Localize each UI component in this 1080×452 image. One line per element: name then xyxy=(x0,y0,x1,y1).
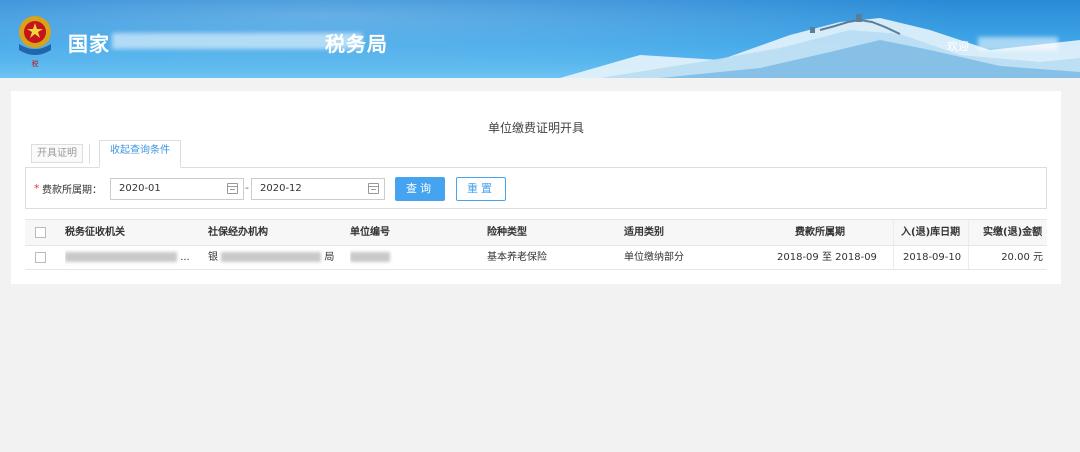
tax-office-redacted xyxy=(65,252,177,262)
unit-no-redacted xyxy=(350,252,390,262)
main-panel: 单位缴费证明开具 开具证明 收起查询条件 * 费款所属期： 2020-01 - … xyxy=(11,91,1061,284)
cell-period: 2018-09 至 2018-09 xyxy=(777,252,877,263)
col-insurance-type: 险种类型 xyxy=(487,227,527,238)
col-unit-no: 单位编号 xyxy=(350,227,390,238)
site-title: 国家 xyxy=(68,28,110,57)
row-checkbox[interactable] xyxy=(35,252,46,263)
username-redacted[interactable] xyxy=(978,37,1058,51)
end-date-value: 2020-12 xyxy=(260,183,302,194)
col-period: 费款所属期 xyxy=(795,227,845,238)
tab-divider xyxy=(89,144,90,164)
svg-text:税: 税 xyxy=(32,59,39,68)
col-storage-date: 入(退)库日期 xyxy=(901,227,961,238)
payment-table: 税务征收机关 社保经办机构 单位编号 险种类型 适用类别 费款所属期 入(退)库… xyxy=(25,219,1047,270)
select-all-checkbox[interactable] xyxy=(35,227,46,238)
tab-collapse-query[interactable]: 收起查询条件 xyxy=(99,140,181,168)
social-agency-suffix: 局 xyxy=(324,252,335,263)
cell-amount: 20.00 元 xyxy=(1001,252,1043,263)
emblem-icon: 税 xyxy=(19,16,51,68)
cell-category: 单位缴纳部分 xyxy=(624,252,684,263)
cell-storage-date: 2018-09-10 xyxy=(903,252,962,263)
start-date-value: 2020-01 xyxy=(119,183,161,194)
welcome-text: 欢迎 xyxy=(947,40,969,53)
end-date-input[interactable]: 2020-12 xyxy=(251,178,385,200)
period-label: 费款所属期： xyxy=(42,185,102,196)
col-category: 适用类别 xyxy=(624,227,664,238)
site-title-prefix: 国家 xyxy=(68,32,110,56)
cell-unit-no xyxy=(350,246,480,269)
col-tax-office: 税务征收机关 xyxy=(65,227,125,238)
table-row[interactable]: ... 银 局 基本养老保险 单位缴纳部分 2018-09 至 2018-09 … xyxy=(25,246,1047,270)
start-date-input[interactable]: 2020-01 xyxy=(110,178,244,200)
table-header: 税务征收机关 社保经办机构 单位编号 险种类型 适用类别 费款所属期 入(退)库… xyxy=(25,219,1047,246)
date-range-separator: - xyxy=(245,181,249,194)
column-divider xyxy=(968,220,969,245)
reset-button[interactable]: 重置 xyxy=(456,177,506,201)
calendar-icon[interactable] xyxy=(368,183,379,194)
tab-open-certificate[interactable]: 开具证明 xyxy=(31,144,83,163)
social-agency-redacted xyxy=(221,252,322,262)
filter-box: * 费款所属期： 2020-01 - 2020-12 查询 重置 xyxy=(25,167,1047,209)
site-title-suffix: 税务局 xyxy=(325,32,388,56)
query-button[interactable]: 查询 xyxy=(395,177,445,201)
calendar-icon[interactable] xyxy=(227,183,238,194)
required-mark: * xyxy=(34,182,40,195)
page-title: 单位缴费证明开具 xyxy=(487,121,584,135)
social-agency-prefix: 银 xyxy=(208,252,218,263)
cell-tax-office: ... xyxy=(65,246,205,269)
column-divider xyxy=(893,220,894,245)
top-banner: 税 国家 税务局 欢迎 xyxy=(0,0,1080,78)
col-social-agency: 社保经办机构 xyxy=(208,227,268,238)
cell-insurance-type: 基本养老保险 xyxy=(487,252,547,263)
column-divider xyxy=(893,246,894,269)
cell-social-agency: 银 局 xyxy=(208,246,348,269)
col-amount: 实缴(退)金额 xyxy=(983,227,1043,238)
tax-office-ellipsis: ... xyxy=(180,252,190,263)
